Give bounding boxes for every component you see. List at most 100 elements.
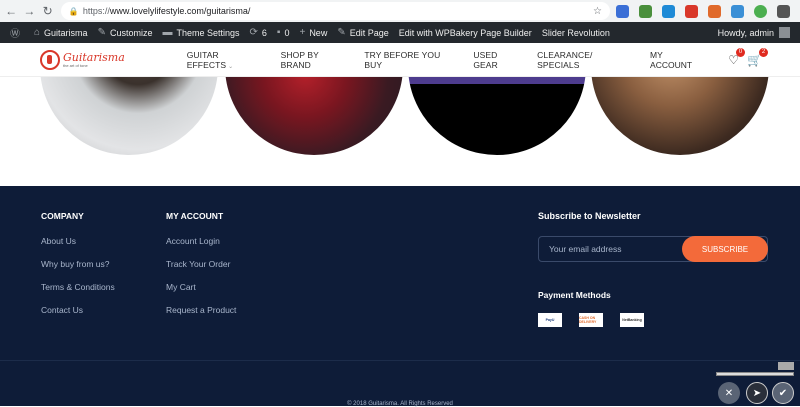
extension-icon[interactable] [638,4,652,18]
back-icon[interactable]: ← [4,3,18,19]
payment-methods: PayU CASH ON DELIVERY NetBanking [538,313,768,327]
footer-link-cart[interactable]: My Cart [166,282,236,292]
logo-name: Guitarisma [63,50,125,64]
nav-guitar-effects[interactable]: Guitar Effects ⌄ [187,50,268,70]
category-image[interactable] [225,77,403,155]
wp-customize[interactable]: ✎ Customize [98,27,153,38]
comment-icon: ▪ [276,27,281,38]
footer-link-login[interactable]: Account Login [166,236,236,246]
guitar-logo-icon [40,49,60,70]
extension-icon[interactable] [684,4,698,18]
check-icon[interactable]: ✔ [772,382,794,404]
newsletter-email-input[interactable] [539,244,682,254]
plus-icon: + [299,27,306,38]
zoom-label [778,362,794,370]
footer-account-column: My Account Account Login Track Your Orde… [166,211,236,328]
url-host: www.lovelylifestyle.com/guitarisma/ [109,6,251,16]
extension-icon[interactable] [661,4,675,18]
nav-shop-by-brand[interactable]: Shop by Brand [281,50,352,70]
header-actions: My Account ♡ 0 🛒 2 [650,47,769,70]
zoom-slider[interactable] [716,372,794,376]
footer-link-track[interactable]: Track Your Order [166,259,236,269]
avatar [779,27,790,38]
folder-icon: ▬ [162,27,173,38]
lock-icon: 🔒 [68,7,79,16]
newsletter-title: Subscribe to Newsletter [538,211,641,221]
wp-logo-icon[interactable]: Ⓦ [10,25,24,40]
category-image[interactable] [40,77,218,155]
wp-theme-settings[interactable]: ▬ Theme Settings [162,27,239,38]
bookmark-star-icon[interactable]: ☆ [593,6,602,17]
forward-icon[interactable]: → [22,3,36,19]
wp-account[interactable]: Howdy, admin [718,27,790,38]
slider-revolution-label: Slider Revolution [541,27,610,38]
extension-icon[interactable] [707,4,721,18]
newsletter-form: Subscribe [538,236,768,262]
footer-link-terms[interactable]: Terms & Conditions [41,282,115,292]
nav-clearance[interactable]: Clearance/ Specials [537,50,637,70]
nav-try-before-you-buy[interactable]: Try Before You Buy [364,50,460,70]
home-icon: ⌂ [34,27,41,38]
close-icon[interactable]: ✕ [718,382,740,404]
theme-settings-label: Theme Settings [176,27,240,38]
wp-slider-revolution[interactable]: Slider Revolution [542,28,610,38]
cod-logo: CASH ON DELIVERY [579,313,603,327]
site-footer: Company About Us Why buy from us? Terms … [0,186,800,407]
pencil-icon: ✎ [337,27,346,38]
extension-icon[interactable] [730,4,744,18]
logo-tagline: the art of tone [63,62,88,68]
copyright: © 2018 Guitarisma. All Rights Reserved [347,401,453,407]
my-account-link[interactable]: My Account [650,50,706,70]
wishlist-heart-icon[interactable]: ♡ 0 [728,47,746,67]
footer-divider [0,360,800,361]
site-logo[interactable]: Guitarisma the art of tone [40,49,160,70]
nav-used-gear[interactable]: Used Gear [473,50,524,70]
footer-link-why-buy[interactable]: Why buy from us? [41,259,115,269]
customize-label: Customize [109,27,153,38]
wp-new[interactable]: + New [299,27,327,38]
edit-page-label: Edit Page [349,27,389,38]
payment-methods-title: Payment Methods [538,290,611,300]
footer-link-about[interactable]: About Us [41,236,115,246]
footer-company-column: Company About Us Why buy from us? Terms … [41,211,115,328]
category-image[interactable] [408,77,586,155]
footer-account-title: My Account [166,211,224,221]
wp-updates[interactable]: ⟳ 6 [250,27,267,38]
cart-badge: 2 [759,47,769,57]
address-bar[interactable]: 🔒 https:// www.lovelylifestyle.com/guita… [60,2,610,20]
site-name-label: Guitarisma [44,27,88,38]
netbanking-logo: NetBanking [620,313,644,327]
chevron-down-icon: ⌄ [228,63,234,70]
main-nav: Guitar Effects ⌄ Shop by Brand Try Before… [187,50,650,70]
wp-admin-bar: Ⓦ ⌂ Guitarisma ✎ Customize ▬ Theme Settings… [0,22,800,43]
edit-wpbakery-label: Edit with WPBakery Page Builder [398,27,532,38]
extension-icon[interactable] [753,4,767,18]
wp-edit-page[interactable]: ✎ Edit Page [337,27,388,38]
newsletter-section: Subscribe to Newsletter Subscribe Paymen… [538,211,768,327]
brush-icon: ✎ [97,27,106,38]
payu-logo: PayU [538,313,562,327]
reload-icon[interactable]: ↻ [41,3,55,19]
wishlist-badge: 0 [736,47,746,57]
menu-icon[interactable] [776,4,790,18]
comments-count: 0 [284,27,290,38]
site-header: Guitarisma the art of tone Guitar Effect… [0,43,800,77]
subscribe-button[interactable]: Subscribe [682,236,768,262]
cursor-icon[interactable]: ➤ [746,382,768,404]
nav-label: Guitar Effects [186,49,227,70]
cart-icon[interactable]: 🛒 2 [747,47,769,67]
updates-icon: ⟳ [249,27,258,38]
wp-site-name[interactable]: ⌂ Guitarisma [34,27,88,38]
howdy-label: Howdy, admin [717,27,774,38]
extension-icons [615,4,800,18]
wp-comments[interactable]: ▪ 0 [277,27,290,38]
browser-toolbar: ← → ↻ 🔒 https:// www.lovelylifestyle.com… [0,0,800,22]
footer-link-request[interactable]: Request a Product [166,305,236,315]
category-image[interactable] [591,77,769,155]
url-scheme: https:// [82,6,110,16]
updates-count: 6 [261,27,267,38]
wp-edit-wpbakery[interactable]: Edit with WPBakery Page Builder [399,28,532,38]
footer-link-contact[interactable]: Contact Us [41,305,115,315]
extension-icon[interactable] [615,4,629,18]
category-image-strip [0,77,800,186]
